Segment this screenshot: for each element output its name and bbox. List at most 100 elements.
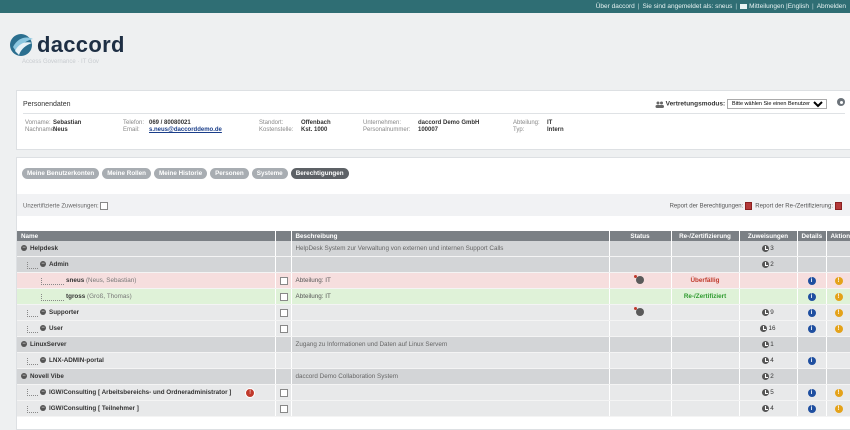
vertretung-label: Vertretungsmodus: xyxy=(665,100,726,108)
info-icon[interactable]: i xyxy=(807,292,816,301)
personendaten-card: Personendaten Vertretungsmodus: Bitte wä… xyxy=(16,90,850,150)
collapse-icon[interactable]: − xyxy=(21,373,27,380)
table-row[interactable]: − Supporter 9 i ! xyxy=(17,304,850,321)
table-row[interactable]: − Helpdesk HelpDesk System zur Verwaltung… xyxy=(17,241,850,257)
assignments-icon xyxy=(762,388,770,396)
pdf-icon[interactable] xyxy=(835,202,842,210)
info-icon[interactable]: i xyxy=(807,324,816,333)
vertretung-select[interactable]: Bitte wählen Sie einen Benutzer xyxy=(727,99,827,109)
row-fullname: (Groß, Thomas) xyxy=(87,292,132,300)
section-title: Personendaten xyxy=(23,101,71,108)
english-link[interactable]: |English xyxy=(786,3,809,10)
action-icon[interactable]: ! xyxy=(834,276,843,285)
assignment-count: 3 xyxy=(770,245,774,253)
row-checkbox[interactable] xyxy=(279,324,288,333)
unzertifiziert-checkbox[interactable] xyxy=(100,202,109,210)
tab-bar: Meine Benutzerkonten Meine Rollen Meine Hi… xyxy=(22,168,352,179)
unternehmen-value: daccord Demo GmbH xyxy=(418,120,480,126)
collapse-icon[interactable]: − xyxy=(21,245,27,252)
email-link[interactable]: s.neus@daccorddemo.de xyxy=(149,127,222,133)
assignment-count: 4 xyxy=(770,357,774,365)
col-zuweisungen[interactable]: Zuweisungen xyxy=(739,231,798,241)
logged-in-text: Sie sind angemeldet als: sneus xyxy=(642,3,733,10)
table-row[interactable]: − User 16 i ! xyxy=(17,320,850,337)
row-name: LinuxServer xyxy=(30,341,67,348)
row-description: Zugang zu Informationen und Daten auf Li… xyxy=(291,336,610,353)
row-checkbox[interactable] xyxy=(279,388,288,397)
unzertifiziert-label: Unzertifizierte Zuweisungen: xyxy=(23,203,99,210)
col-status[interactable]: Status xyxy=(609,231,672,241)
recert-status: Überfällig xyxy=(671,272,740,289)
assignments-icon xyxy=(762,340,770,348)
col-aktionen: Aktionen xyxy=(826,231,850,241)
logout-link[interactable]: Abmelden xyxy=(817,3,846,10)
row-name: LNX-ADMIN-portal xyxy=(49,356,104,364)
tab-berechtigungen[interactable]: Berechtigungen xyxy=(290,168,349,179)
table-row[interactable]: − IGW/Consulting [ Teilnehmer ] 4 i ! xyxy=(17,400,850,417)
table-row[interactable]: − LinuxServer Zugang zu Informationen und… xyxy=(17,336,850,353)
action-icon[interactable]: ! xyxy=(834,324,843,333)
action-icon[interactable]: ! xyxy=(834,308,843,317)
recert-status: Re-/Zertifiziert xyxy=(671,288,740,305)
info-icon[interactable]: i xyxy=(807,356,816,365)
table-row[interactable]: − Novell Vibe daccord Demo Collaboration … xyxy=(17,368,850,385)
table-row[interactable]: tgross (Groß, Thomas) Abteilung: IT Re-/… xyxy=(17,288,850,305)
tree-line xyxy=(27,325,38,333)
row-checkbox[interactable] xyxy=(279,292,288,301)
table-row[interactable]: − Admin 2 xyxy=(17,256,850,273)
collapse-icon[interactable]: − xyxy=(40,356,46,363)
action-icon[interactable]: ! xyxy=(834,388,843,397)
field-unternehmen: Unternehmen: daccord Demo GmbH xyxy=(363,120,480,126)
row-name: Novell Vibe xyxy=(30,373,64,380)
main-card: Meine Benutzerkonten Meine Rollen Meine Hi… xyxy=(16,157,850,430)
alert-icon[interactable]: ! xyxy=(245,387,256,398)
collapse-icon[interactable]: − xyxy=(40,388,46,395)
collapse-icon[interactable]: − xyxy=(21,341,27,348)
col-details: Details xyxy=(797,231,827,241)
row-checkbox[interactable] xyxy=(279,308,288,317)
standort-value: Offenbach xyxy=(301,120,331,126)
info-icon[interactable]: i xyxy=(807,308,816,317)
tab-systeme[interactable]: Systeme xyxy=(251,168,288,179)
divider xyxy=(23,113,845,114)
about-link[interactable]: Über daccord xyxy=(596,3,635,10)
row-checkbox[interactable] xyxy=(279,404,288,413)
pdf-icon[interactable] xyxy=(745,202,753,210)
collapse-icon[interactable]: − xyxy=(40,260,46,267)
table-row[interactable]: − LNX-ADMIN-portal 4 i xyxy=(17,352,850,369)
tab-meine-benutzerkonten[interactable]: Meine Benutzerkonten xyxy=(22,168,100,179)
info-icon[interactable]: i xyxy=(807,404,816,413)
row-fullname: (Neus, Sebastian) xyxy=(85,276,137,284)
tree-line xyxy=(27,357,38,365)
field-email: Email: s.neus@daccorddemo.de xyxy=(123,127,222,133)
row-name: Helpdesk xyxy=(30,245,58,252)
status-overdue-icon xyxy=(634,306,644,316)
top-bar: Über daccord | Sie sind angemeldet als: sn… xyxy=(0,0,850,13)
collapse-icon[interactable]: − xyxy=(40,324,46,331)
assignments-icon xyxy=(762,308,770,316)
collapse-icon[interactable]: − xyxy=(40,404,46,411)
tree-line xyxy=(41,293,64,301)
assignment-count: 4 xyxy=(770,405,774,413)
col-beschreibung[interactable]: Beschreibung xyxy=(291,231,610,241)
collapse-icon[interactable]: − xyxy=(40,308,46,315)
gear-icon[interactable] xyxy=(837,98,845,106)
vorname-value: Sebastian xyxy=(53,120,82,126)
col-name[interactable]: Name xyxy=(17,231,276,241)
field-vorname: Vorname: Sebastian xyxy=(25,120,82,126)
messages-link[interactable]: Mitteilungen xyxy=(749,3,784,10)
logo-mark-icon xyxy=(10,34,33,56)
col-rezertifizierung[interactable]: Re-/Zertifizierung xyxy=(671,231,740,241)
info-icon[interactable]: i xyxy=(807,388,816,397)
action-icon[interactable]: ! xyxy=(834,404,843,413)
action-icon[interactable]: ! xyxy=(834,292,843,301)
tab-meine-rollen[interactable]: Meine Rollen xyxy=(102,168,152,179)
tab-meine-historie[interactable]: Meine Historie xyxy=(154,168,208,179)
tree-line xyxy=(27,405,38,413)
row-checkbox[interactable] xyxy=(279,276,288,285)
tab-personen[interactable]: Personen xyxy=(210,168,249,179)
info-icon[interactable]: i xyxy=(807,276,816,285)
assignments-icon xyxy=(762,260,770,268)
table-row[interactable]: sneus (Neus, Sebastian) Abteilung: IT Üb… xyxy=(17,272,850,289)
table-row[interactable]: − IGW/Consulting [ Arbeitsbereichs- und O… xyxy=(17,384,850,401)
